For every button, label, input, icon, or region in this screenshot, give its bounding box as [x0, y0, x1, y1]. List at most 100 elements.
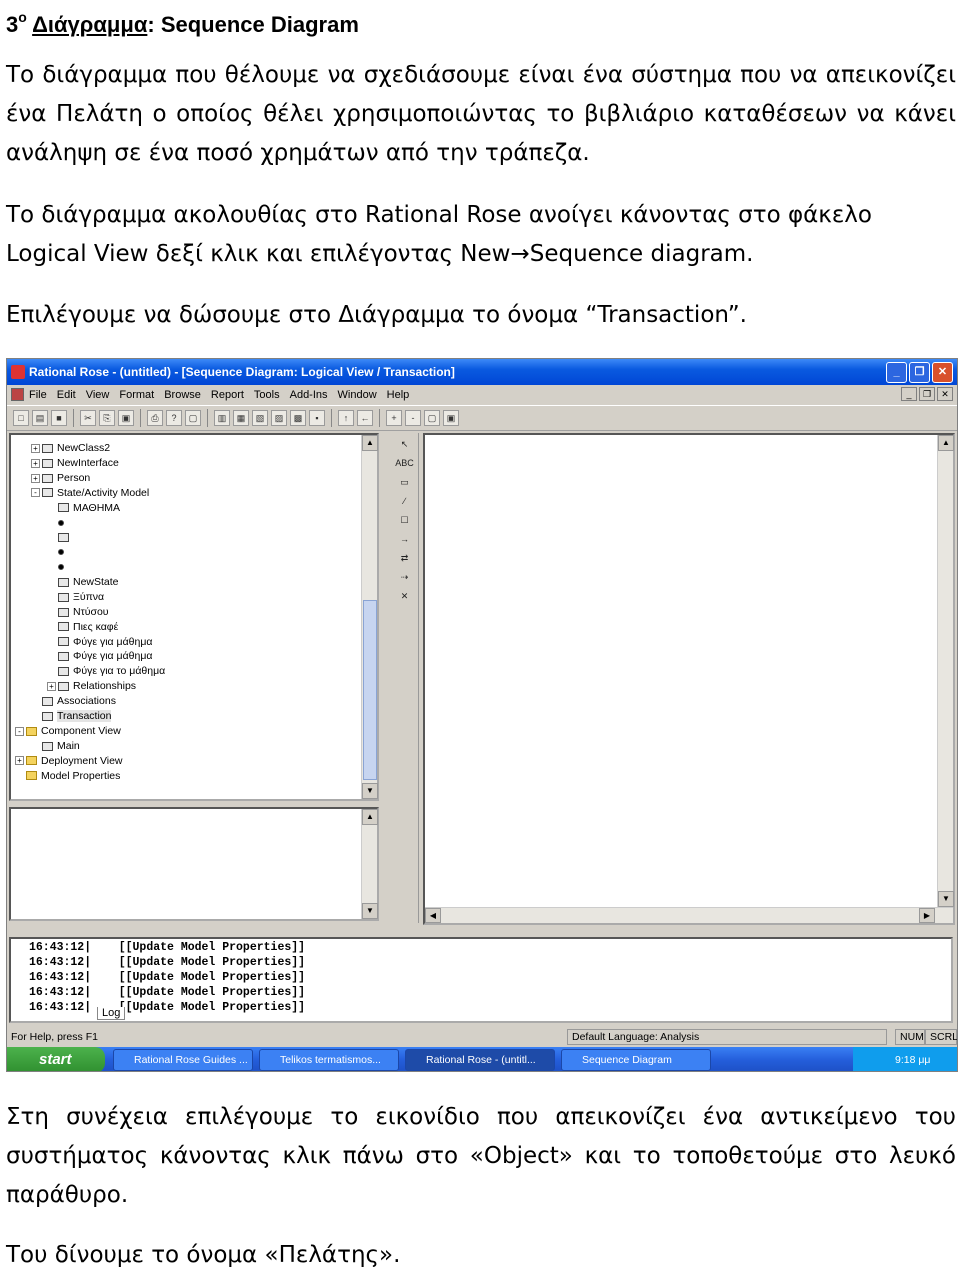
tree-item[interactable]: Ντύσου [15, 605, 165, 620]
browse-component-icon[interactable]: ▨ [271, 410, 287, 426]
browser-scrollbar[interactable]: ▲ ▼ [361, 435, 378, 799]
tree-item[interactable]: Main [15, 739, 165, 754]
mdi-minimize-icon[interactable]: _ [901, 387, 917, 401]
expand-icon[interactable]: + [47, 681, 56, 691]
cut-icon[interactable]: ✂ [80, 410, 96, 426]
anchor-note-icon[interactable]: ∕ [395, 493, 415, 509]
expand-icon[interactable]: + [15, 756, 24, 766]
copy-icon[interactable]: ⎘ [99, 410, 115, 426]
diagram-vscrollbar[interactable]: ▲ ▼ [937, 435, 954, 907]
object-icon[interactable]: ☐ [395, 512, 415, 528]
tree-item[interactable]: + Person [15, 471, 165, 486]
diagram-hscrollbar[interactable]: ◀ ▶ [425, 907, 953, 923]
scroll-up-icon[interactable]: ▲ [362, 435, 378, 451]
paste-icon[interactable]: ▣ [118, 410, 134, 426]
text-box-icon[interactable]: ABC [395, 455, 415, 471]
tree-item[interactable]: NewState [15, 575, 165, 590]
mdi-restore-icon[interactable]: ❐ [919, 387, 935, 401]
expand-icon[interactable]: + [31, 473, 40, 483]
doc-scrollbar[interactable]: ▲ ▼ [361, 809, 378, 919]
menu-item-file[interactable]: File [29, 389, 47, 401]
menu-item-tools[interactable]: Tools [254, 389, 280, 401]
scroll-up-icon[interactable]: ▲ [362, 809, 378, 825]
log-window[interactable]: 16:43:12| [[Update Model Properties]] 16:… [9, 937, 953, 1023]
tree-item[interactable]: Φύγε για μάθημα [15, 635, 165, 650]
tree-item[interactable] [15, 530, 165, 545]
tree-item[interactable]: - State/Activity Model [15, 486, 165, 501]
scroll-down-icon[interactable]: ▼ [362, 783, 378, 799]
new-icon[interactable]: □ [13, 410, 29, 426]
task-sequence-diagram[interactable]: Sequence Diagram [561, 1049, 711, 1071]
tree-item[interactable] [15, 515, 165, 530]
tree-item[interactable]: Transaction [15, 709, 165, 724]
previous-diagram-icon[interactable]: ← [357, 410, 373, 426]
mdi-close-icon[interactable]: ✕ [937, 387, 953, 401]
tree-item[interactable]: - Component View [15, 724, 165, 739]
browse-state-icon[interactable]: ▩ [290, 410, 306, 426]
task-rational-rose[interactable]: Rational Rose - (untitl... [405, 1049, 555, 1071]
collapse-icon[interactable]: - [15, 726, 24, 736]
note-icon[interactable]: ▭ [395, 474, 415, 490]
scroll-thumb[interactable] [363, 600, 377, 780]
expand-icon[interactable]: + [31, 458, 40, 468]
task-telikos[interactable]: Telikos termatismos... [259, 1049, 399, 1071]
selection-tool-icon[interactable]: ↖ [395, 436, 415, 452]
scroll-down-icon[interactable]: ▼ [938, 891, 954, 907]
object-message-icon[interactable]: → [395, 531, 415, 547]
fit-in-window-icon[interactable]: ▢ [424, 410, 440, 426]
log-tab[interactable]: Log [97, 1007, 126, 1020]
model-browser[interactable]: + NewClass2 + NewInterface + Person - State/Act… [9, 433, 379, 801]
expand-icon[interactable]: + [31, 443, 40, 453]
print-icon[interactable]: ⎙ [147, 410, 163, 426]
tree-item[interactable]: Φύγε για το μάθημα [15, 664, 165, 679]
scroll-right-icon[interactable]: ▶ [919, 908, 935, 923]
task-rational-rose-guides[interactable]: Rational Rose Guides ... [113, 1049, 253, 1071]
tree-item[interactable]: Φύγε για μάθημα [15, 649, 165, 664]
menu-item-format[interactable]: Format [119, 389, 154, 401]
save-icon[interactable]: ■ [51, 410, 67, 426]
menu-item-report[interactable]: Report [211, 389, 244, 401]
help-icon[interactable]: ? [166, 410, 182, 426]
tree-item[interactable]: + Relationships [15, 679, 165, 694]
restore-icon[interactable]: ❐ [909, 362, 930, 383]
destruction-marker-icon[interactable]: ✕ [395, 588, 415, 604]
tree-item-label: Πιες καφέ [73, 620, 119, 633]
tree-item[interactable]: + NewClass2 [15, 441, 165, 456]
tree-item[interactable]: + Deployment View [15, 754, 165, 769]
parent-icon[interactable]: ↑ [338, 410, 354, 426]
tree-item[interactable]: Ξύπνα [15, 590, 165, 605]
tree-item[interactable] [15, 560, 165, 575]
tree-item[interactable]: + NewInterface [15, 456, 165, 471]
start-button[interactable]: start [7, 1047, 105, 1071]
zoom-in-icon[interactable]: + [386, 410, 402, 426]
context-help-icon[interactable]: ▢ [185, 410, 201, 426]
browse-interaction-icon[interactable]: ▧ [252, 410, 268, 426]
tree-item[interactable]: Πιες καφέ [15, 620, 165, 635]
tree-item[interactable] [15, 545, 165, 560]
browse-class-icon[interactable]: ▦ [233, 410, 249, 426]
menu-item-help[interactable]: Help [387, 389, 410, 401]
browse-deployment-icon[interactable]: ▪ [309, 410, 325, 426]
scroll-left-icon[interactable]: ◀ [425, 908, 441, 923]
tree-item[interactable]: ΜΑΘΗΜΑ [15, 501, 165, 516]
menu-item-addins[interactable]: Add-Ins [290, 389, 328, 401]
view-doc-icon[interactable]: ▥ [214, 410, 230, 426]
tree-item[interactable]: Associations [15, 694, 165, 709]
scroll-down-icon[interactable]: ▼ [362, 903, 378, 919]
collapse-icon[interactable]: - [31, 488, 40, 498]
zoom-out-icon[interactable]: - [405, 410, 421, 426]
menu-item-edit[interactable]: Edit [57, 389, 76, 401]
scroll-up-icon[interactable]: ▲ [938, 435, 954, 451]
menu-item-browse[interactable]: Browse [164, 389, 201, 401]
return-message-icon[interactable]: ⇢ [395, 569, 415, 585]
open-icon[interactable]: ▤ [32, 410, 48, 426]
close-icon[interactable]: ✕ [932, 362, 953, 383]
menu-item-window[interactable]: Window [338, 389, 377, 401]
tree-item[interactable]: Model Properties [15, 769, 165, 784]
undo-fit-icon[interactable]: ▣ [443, 410, 459, 426]
sequence-diagram-canvas[interactable]: ▲ ▼ ◀ ▶ [423, 433, 955, 925]
minimize-icon[interactable]: _ [886, 362, 907, 383]
documentation-window[interactable]: ▲ ▼ [9, 807, 379, 921]
menu-item-view[interactable]: View [86, 389, 110, 401]
message-to-self-icon[interactable]: ⇄ [395, 550, 415, 566]
